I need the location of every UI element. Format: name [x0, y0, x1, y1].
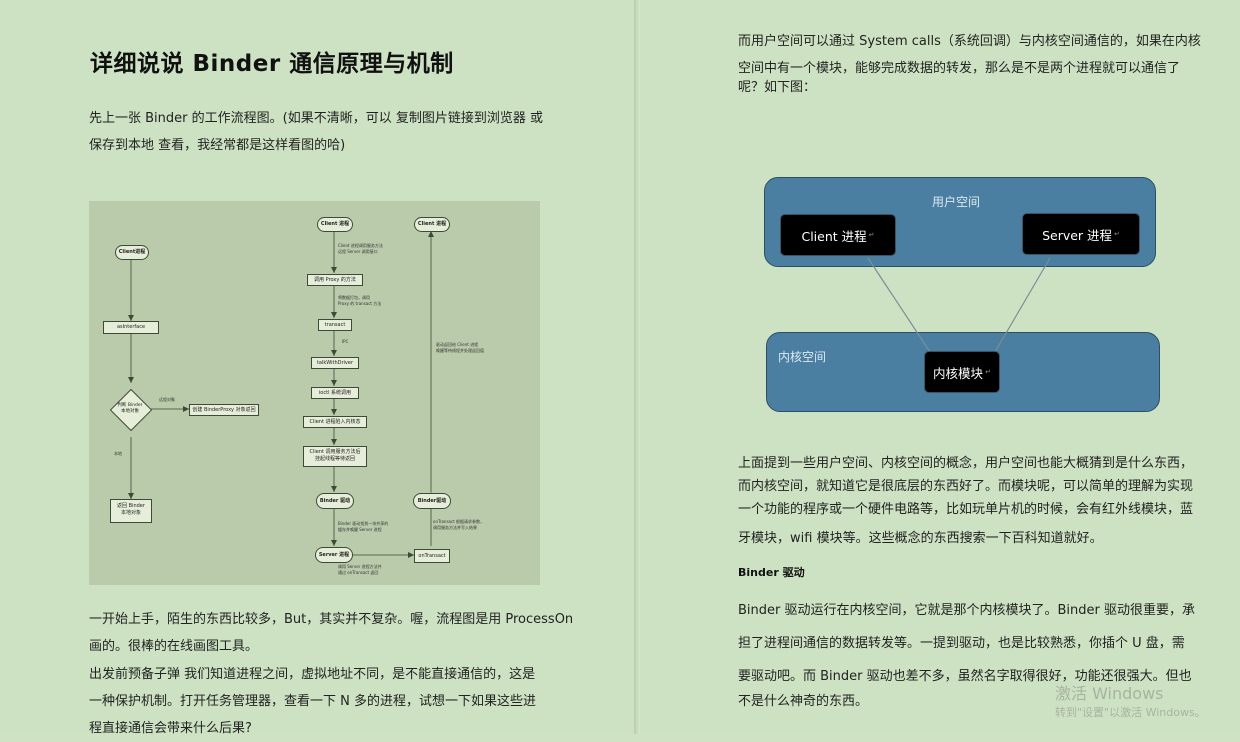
activation-watermark-title: 激活 Windows — [1055, 684, 1164, 703]
mark-icon: ↵ — [985, 368, 991, 376]
section-heading: Binder 驱动 — [738, 566, 805, 579]
client-process-label: Client 进程 — [801, 228, 867, 244]
paragraph-line: Binder 驱动运行在内核空间，它就是那个内核模块了。Binder 驱动很重要… — [738, 603, 1195, 618]
server-process-label: Server 进程 — [1042, 227, 1113, 243]
paragraph-line: 一个功能的程序或一个硬件电路等，比如玩单片机的时候，会有红外线模块，蓝 — [738, 502, 1194, 517]
paragraph-line: 牙模块，wifi 模块等。这些概念的东西搜索一下百科知道就好。 — [738, 531, 1103, 546]
mark-icon: ↵ — [868, 231, 875, 239]
client-process-box: Client 进程 ↵ — [780, 214, 896, 256]
kernel-module-box: 内核模块 ↵ — [924, 351, 1000, 393]
paragraph-line: 上面提到一些用户空间、内核空间的概念，用户空间也能大概猜到是什么东西， — [738, 456, 1194, 471]
kernel-module-label: 内核模块 — [933, 365, 984, 381]
activation-watermark-hint: 转到"设置"以激活 Windows。 — [1055, 706, 1206, 719]
paragraph-line: 而内核空间，就知道它是很底层的东西好了。而模块呢，可以简单的理解为实现 — [738, 479, 1194, 494]
server-process-box: Server 进程 ↵ — [1022, 213, 1140, 255]
mark-icon: ↵ — [1114, 230, 1120, 238]
right-paragraph-2: 上面提到一些用户空间、内核空间的概念，用户空间也能大概猜到是什么东西， 而内核空… — [738, 452, 1193, 550]
paragraph-line: 担了进程间通信的数据转发等。一提到驱动，也是比较熟悉，你插个 U 盘，需 — [738, 636, 1185, 651]
